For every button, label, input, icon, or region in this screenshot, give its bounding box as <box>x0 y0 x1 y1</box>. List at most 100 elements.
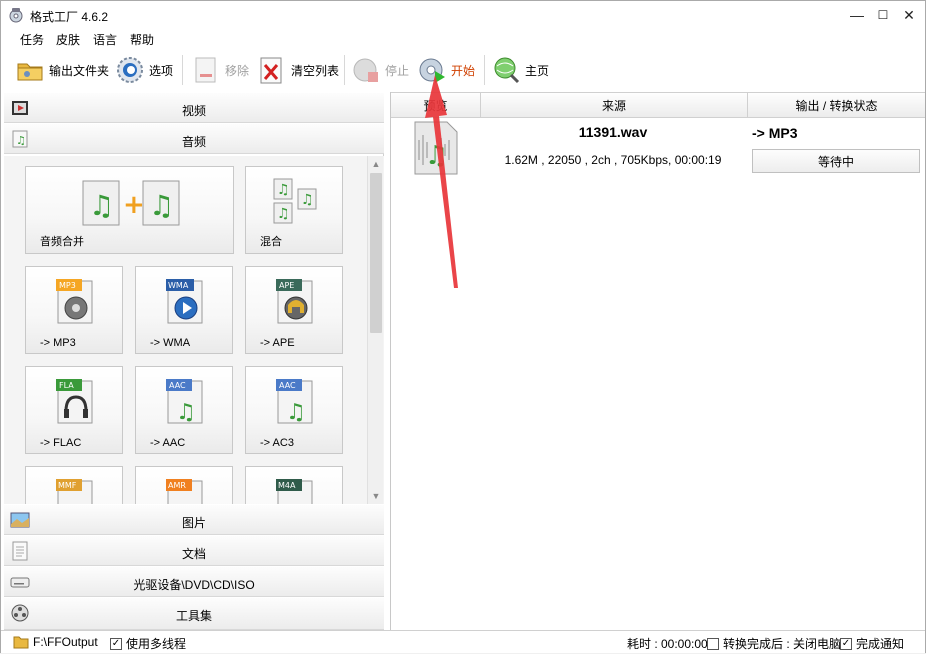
start-button[interactable]: 开始 <box>417 53 475 87</box>
remove-file-icon <box>195 57 216 83</box>
options-label: 选项 <box>149 63 174 78</box>
multithread-label: 使用多线程 <box>126 637 187 651</box>
close-button[interactable]: ✕ <box>895 1 923 29</box>
category-picture[interactable]: 图片 <box>4 504 384 535</box>
gear-icon <box>117 57 143 83</box>
column-preview[interactable]: 预览 <box>391 92 481 118</box>
output-format: -> MP3 <box>752 125 798 141</box>
menu-skin[interactable]: 皮肤 <box>56 31 80 48</box>
ape-file-icon: APE <box>276 279 313 324</box>
svg-text:♫: ♫ <box>89 189 114 222</box>
menu-language[interactable]: 语言 <box>93 31 117 48</box>
minimize-button[interactable]: — <box>843 1 871 29</box>
scroll-up-arrow-icon[interactable]: ▲ <box>368 156 384 172</box>
to-mp3-tile[interactable]: MP3 -> MP3 <box>25 266 123 354</box>
elapsed-time-label: 耗时 : 00:00:00 <box>627 637 708 651</box>
to-flac-tile[interactable]: FLA -> FLAC <box>25 366 123 454</box>
clear-list-button[interactable]: 清空列表 <box>257 53 339 87</box>
to-ac3-tile[interactable]: AAC ♫ -> AC3 <box>245 366 343 454</box>
aac-file-icon: AAC ♫ <box>166 379 203 425</box>
category-picture-label: 图片 <box>181 516 206 530</box>
mmf-file-icon: MMF <box>56 479 93 504</box>
multithread-checkbox[interactable]: ✓ <box>110 637 122 650</box>
svg-text:FLA: FLA <box>59 381 74 390</box>
category-panel: 视频 ♫ 音频 ♫ + ♫ 音频合并 ♫ ♫ ♫ 混合 MP3 -> MP3 W… <box>4 92 384 630</box>
output-folder-button[interactable]: 输出文件夹 <box>15 53 109 87</box>
source-file-meta: 1.62M , 22050 , 2ch , 705Kbps, 00:00:19 <box>504 153 722 167</box>
stop-icon <box>353 58 378 82</box>
flac-file-icon: FLA <box>56 379 93 424</box>
svg-text:M4A: M4A <box>278 481 296 490</box>
output-folder-label: 输出文件夹 <box>49 63 110 78</box>
home-button[interactable]: 主页 <box>491 53 549 87</box>
start-icon <box>419 58 445 83</box>
after-convert-checkbox[interactable] <box>707 637 719 650</box>
to-flac-label: -> FLAC <box>40 437 82 449</box>
after-convert-label: 转换完成后 : 关闭电脑 <box>723 637 842 651</box>
toolbar-divider <box>344 55 345 85</box>
window-title: 格式工厂 4.6.2 <box>30 10 109 24</box>
category-video-label: 视频 <box>181 104 206 118</box>
to-m4a-tile[interactable]: M4A <box>245 466 343 504</box>
elapsed-time: 耗时 : 00:00:00 <box>627 635 708 652</box>
clear-list-label: 清空列表 <box>291 63 340 78</box>
svg-text:APE: APE <box>279 281 294 290</box>
category-tools-label: 工具集 <box>175 609 212 623</box>
svg-text:AAC: AAC <box>279 381 296 390</box>
to-ape-tile[interactable]: APE -> APE <box>245 266 343 354</box>
scroll-thumb[interactable] <box>370 173 382 333</box>
maximize-button[interactable]: ☐ <box>869 1 897 29</box>
notify-checkbox[interactable]: ✓ <box>840 637 852 650</box>
to-aac-label: -> AAC <box>150 437 186 449</box>
svg-text:♫: ♫ <box>286 400 306 425</box>
multithread-toggle[interactable]: ✓ 使用多线程 <box>110 635 186 652</box>
output-path[interactable]: F:\FFOutput <box>13 635 98 649</box>
to-aac-tile[interactable]: AAC ♫ -> AAC <box>135 366 233 454</box>
after-convert-toggle[interactable]: 转换完成后 : 关闭电脑 <box>707 635 841 652</box>
audio-merge-label: 音频合并 <box>40 236 84 248</box>
clear-list-icon <box>260 57 282 84</box>
svg-text:WMA: WMA <box>168 281 189 290</box>
to-ape-label: -> APE <box>260 337 295 349</box>
home-label: 主页 <box>525 63 550 78</box>
to-mmf-tile[interactable]: MMF <box>25 466 123 504</box>
to-mp3-label: -> MP3 <box>40 337 76 349</box>
wav-file-preview-icon: ♫ <box>414 121 458 175</box>
category-video[interactable]: 视频 <box>4 92 384 123</box>
toolbar-divider <box>182 55 183 85</box>
svg-text:AAC: AAC <box>169 381 186 390</box>
format-factory-logo-icon <box>9 8 23 23</box>
svg-text:♫: ♫ <box>277 206 290 222</box>
category-disc[interactable]: 光驱设备\DVD\CD\ISO <box>4 566 384 597</box>
main-window: 格式工厂 4.6.2 — ☐ ✕ 任务 皮肤 语言 帮助 输出文件夹 选项 移除… <box>0 0 926 653</box>
remove-button[interactable]: 移除 <box>191 53 249 87</box>
category-audio[interactable]: ♫ 音频 <box>4 123 384 154</box>
to-amr-tile[interactable]: AMR <box>135 466 233 504</box>
scroll-down-arrow-icon[interactable]: ▼ <box>368 488 384 504</box>
options-button[interactable]: 选项 <box>115 53 173 87</box>
notify-toggle[interactable]: ✓ 完成通知 <box>840 635 904 652</box>
grid-scrollbar[interactable]: ▲ ▼ <box>367 156 383 504</box>
audio-mix-icon: ♫ ♫ ♫ <box>273 178 317 224</box>
stop-button[interactable]: 停止 <box>351 53 409 87</box>
status-badge[interactable]: 等待中 <box>752 149 920 173</box>
status-bar: F:\FFOutput ✓ 使用多线程 耗时 : 00:00:00 转换完成后 … <box>1 630 925 653</box>
svg-text:AMR: AMR <box>168 481 186 490</box>
category-document[interactable]: 文档 <box>4 535 384 566</box>
to-ac3-label: -> AC3 <box>260 437 294 449</box>
m4a-file-icon: M4A <box>276 479 313 504</box>
ac3-file-icon: AAC ♫ <box>276 379 313 425</box>
column-source[interactable]: 来源 <box>481 92 748 118</box>
column-output-status[interactable]: 输出 / 转换状态 <box>748 92 925 118</box>
menu-help[interactable]: 帮助 <box>130 31 154 48</box>
menu-task[interactable]: 任务 <box>20 31 44 48</box>
audio-mix-tile[interactable]: ♫ ♫ ♫ 混合 <box>245 166 343 254</box>
audio-mix-label: 混合 <box>260 236 282 248</box>
start-label: 开始 <box>451 63 476 78</box>
to-wma-tile[interactable]: WMA -> WMA <box>135 266 233 354</box>
svg-text:+: + <box>123 190 145 220</box>
category-tools[interactable]: 工具集 <box>4 597 384 630</box>
menu-bar: 任务 皮肤 语言 帮助 <box>1 29 925 49</box>
audio-merge-tile[interactable]: ♫ + ♫ 音频合并 <box>25 166 234 254</box>
svg-text:♫: ♫ <box>425 141 448 171</box>
